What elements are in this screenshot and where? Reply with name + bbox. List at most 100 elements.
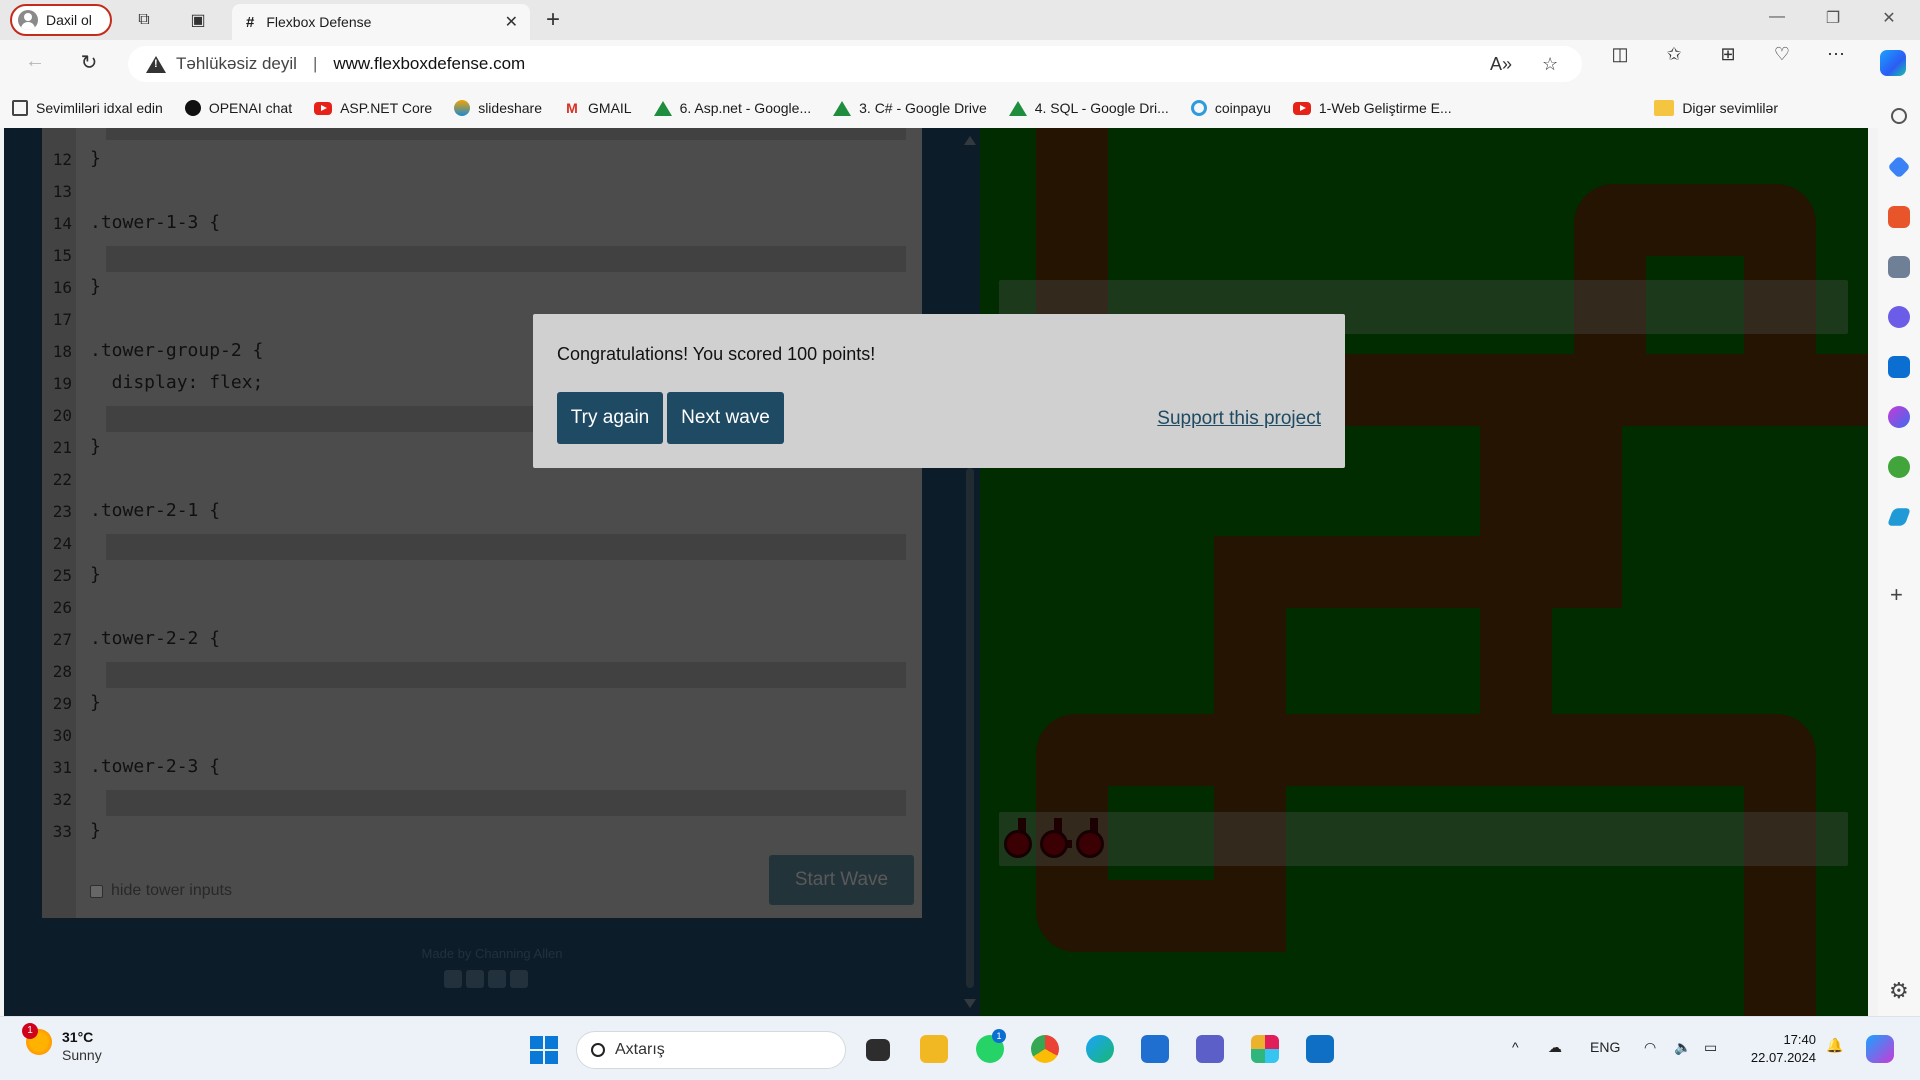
tab-title: Flexbox Defense <box>266 14 372 30</box>
weather-widget[interactable]: 1 31°C Sunny <box>22 1023 102 1063</box>
tree-icon[interactable] <box>1888 456 1910 478</box>
sidebar-settings-icon[interactable]: ⚙ <box>1889 978 1909 1004</box>
openai-icon <box>184 100 201 116</box>
other-bookmarks[interactable]: Digər sevimlilər <box>1654 100 1778 116</box>
sun-icon: 1 <box>22 1023 52 1055</box>
flexbox-defense-favicon-icon: # <box>246 13 255 31</box>
edge-icon[interactable] <box>1086 1035 1114 1063</box>
vscode-icon[interactable] <box>1306 1035 1334 1063</box>
address-bar[interactable]: Təhlükəsiz deyil | www.flexboxdefense.co… <box>128 46 1582 82</box>
new-tab-icon[interactable]: + <box>546 6 560 34</box>
add-sidebar-app-icon[interactable]: + <box>1890 582 1903 608</box>
microsoft-365-icon[interactable] <box>1888 306 1910 328</box>
bookmark-aspnet-drive[interactable]: 6. Asp.net - Google... <box>653 100 812 116</box>
language-indicator[interactable]: ENG <box>1590 1039 1620 1055</box>
weather-temp: 31°C <box>62 1029 94 1045</box>
favorite-star-icon[interactable]: ☆ <box>1542 54 1558 75</box>
bookmark-csharp-drive[interactable]: 3. C# - Google Drive <box>833 100 987 116</box>
back-icon[interactable]: ← <box>20 50 50 78</box>
clock-time: 17:40 <box>1783 1032 1816 1047</box>
weather-desc: Sunny <box>62 1047 102 1063</box>
bookmark-label: ASP.NET Core <box>340 100 433 116</box>
windows-start-icon[interactable] <box>530 1036 558 1064</box>
file-explorer-icon[interactable] <box>920 1035 948 1063</box>
task-view-icon[interactable] <box>866 1039 890 1061</box>
try-again-button[interactable]: Try again <box>557 392 663 444</box>
taskbar-search-box[interactable]: Axtarış <box>576 1031 846 1069</box>
slideshare-icon <box>454 100 471 116</box>
bookmark-label: Sevimliləri idxal edin <box>36 100 163 116</box>
score-message: Congratulations! You scored 100 points! <box>557 344 876 364</box>
games-icon[interactable] <box>1888 256 1910 278</box>
close-window-icon[interactable]: ✕ <box>1874 8 1904 28</box>
show-hidden-icons-icon[interactable]: ^ <box>1512 1039 1519 1055</box>
whatsapp-icon[interactable]: 1 <box>976 1029 1006 1063</box>
security-status[interactable]: Təhlükəsiz deyil <box>176 54 297 74</box>
bookmark-label: slideshare <box>478 100 543 116</box>
bookmarks-bar: Sevimliləri idxal edin OPENAI chat ASP.N… <box>0 88 1880 128</box>
search-icon[interactable] <box>1891 108 1907 124</box>
tab-flexbox-defense[interactable]: # Flexbox Defense ✕ <box>232 4 530 40</box>
wifi-icon[interactable]: ◠ <box>1644 1039 1656 1056</box>
microsoft-store-icon[interactable] <box>1141 1035 1169 1063</box>
flexbox-defense-page: 12 13 14 15 16 17 18 19 20 21 22 23 24 2… <box>4 128 1868 1016</box>
designer-icon[interactable] <box>1888 406 1910 428</box>
weather-badge: 1 <box>22 1023 38 1039</box>
profile-button[interactable]: Daxil ol <box>10 4 112 36</box>
browser-title-bar: Daxil ol ⧉ ▣ # Flexbox Defense ✕ + — ❐ ✕ <box>0 0 1920 40</box>
bookmark-gmail[interactable]: M GMAIL <box>564 100 631 116</box>
more-options-icon[interactable]: ⋯ <box>1824 44 1848 66</box>
edge-sidebar: + ⚙ <box>1878 88 1920 1016</box>
workspaces-icon[interactable]: ⧉ <box>132 8 156 32</box>
next-wave-button[interactable]: Next wave <box>667 392 784 444</box>
shopping-tag-icon[interactable] <box>1887 155 1911 179</box>
browser-essentials-icon[interactable]: ♡ <box>1770 44 1794 66</box>
import-icon <box>12 100 28 116</box>
tab-actions-icon[interactable]: ▣ <box>186 8 210 32</box>
bookmark-web-gelistirme[interactable]: 1-Web Geliştirme E... <box>1292 100 1452 116</box>
clock[interactable]: 17:40 22.07.2024 <box>1726 1031 1816 1067</box>
wave-complete-modal: Congratulations! You scored 100 points! … <box>533 314 1345 468</box>
copilot-taskbar-icon[interactable] <box>1866 1035 1894 1063</box>
refresh-icon[interactable]: ↻ <box>74 50 104 78</box>
bookmark-label: OPENAI chat <box>208 100 293 116</box>
read-aloud-icon[interactable]: A» <box>1490 54 1512 75</box>
teams-icon[interactable] <box>1196 1035 1224 1063</box>
restore-icon[interactable]: ❐ <box>1818 8 1848 28</box>
url-text[interactable]: www.flexboxdefense.com <box>333 54 525 74</box>
bookmark-label: 6. Asp.net - Google... <box>679 100 812 116</box>
bookmark-sql-drive[interactable]: 4. SQL - Google Dri... <box>1008 100 1169 116</box>
bookmark-label: 1-Web Geliştirme E... <box>1318 100 1452 116</box>
outlook-icon[interactable] <box>1888 356 1910 378</box>
bookmark-label: 3. C# - Google Drive <box>859 100 987 116</box>
copilot-icon[interactable] <box>1880 50 1906 76</box>
chrome-icon[interactable] <box>1031 1035 1059 1063</box>
clock-date: 22.07.2024 <box>1750 1050 1816 1065</box>
onedrive-icon[interactable]: ☁ <box>1548 1039 1562 1056</box>
support-project-link[interactable]: Support this project <box>1157 408 1321 430</box>
volume-icon[interactable]: 🔈 <box>1674 1039 1691 1056</box>
slack-icon[interactable] <box>1251 1035 1279 1063</box>
google-drive-icon <box>653 100 672 116</box>
split-screen-icon[interactable]: ◫ <box>1608 44 1632 66</box>
address-toolbar: ← ↻ Təhlükəsiz deyil | www.flexboxdefens… <box>0 40 1920 88</box>
bookmark-aspnet[interactable]: ASP.NET Core <box>314 100 432 116</box>
bookmark-openai[interactable]: OPENAI chat <box>184 100 293 116</box>
bookmark-import[interactable]: Sevimliləri idxal edin <box>12 100 163 116</box>
battery-icon[interactable]: ▭ <box>1704 1039 1717 1056</box>
tools-icon[interactable] <box>1888 206 1910 228</box>
google-drive-icon <box>1008 100 1027 116</box>
coinpayu-icon <box>1190 100 1207 116</box>
minimize-icon[interactable]: — <box>1762 8 1792 26</box>
windows-taskbar: 1 31°C Sunny Axtarış 1 ^ ☁ ENG ◠ 🔈 ▭ 17:… <box>0 1016 1920 1080</box>
collections-icon[interactable]: ⊞ <box>1716 44 1740 66</box>
search-icon <box>591 1043 605 1057</box>
send-icon[interactable] <box>1886 508 1912 526</box>
bookmark-label: coinpayu <box>1214 100 1271 116</box>
bookmark-slideshare[interactable]: slideshare <box>454 100 542 116</box>
notification-bell-icon[interactable]: 🔔 <box>1826 1037 1843 1054</box>
bookmark-coinpayu[interactable]: coinpayu <box>1190 100 1271 116</box>
close-tab-icon[interactable]: ✕ <box>505 12 518 32</box>
favorites-icon[interactable]: ✩ <box>1662 44 1686 66</box>
modal-backdrop <box>4 128 1868 1016</box>
